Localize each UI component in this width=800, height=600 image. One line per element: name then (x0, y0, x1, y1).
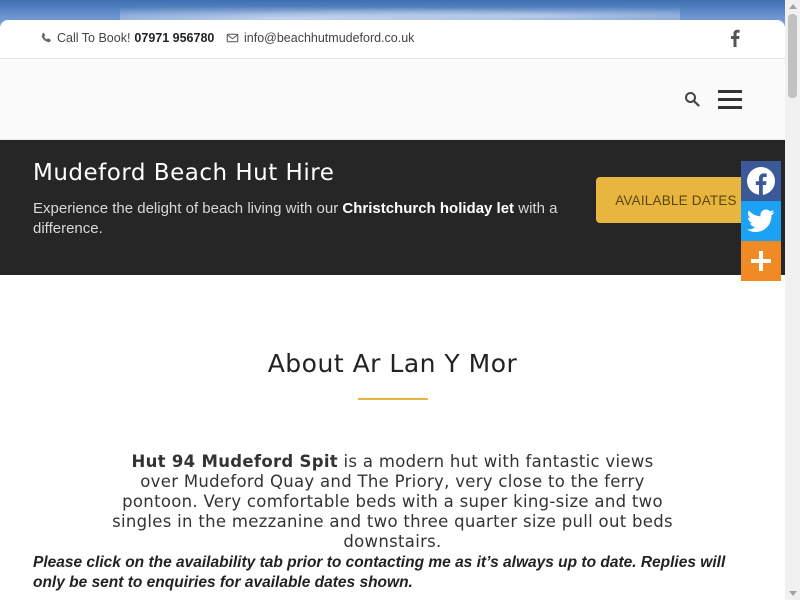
menu-line (718, 90, 742, 93)
hero-title: Mudeford Beach Hut Hire (33, 160, 335, 186)
share-sidebar (741, 161, 781, 281)
menu-line (718, 98, 742, 101)
menu-line (718, 106, 742, 109)
phone-icon (41, 32, 51, 43)
facebook-icon[interactable] (728, 29, 742, 47)
scrollbar-thumb[interactable] (788, 14, 797, 98)
call-label: Call To Book! (57, 31, 131, 45)
availability-notice: Please click on the availability tab pri… (33, 554, 726, 591)
email-address[interactable]: info@beachhutmudeford.co.uk (244, 31, 414, 45)
hero-banner: Mudeford Beach Hut Hire Experience the d… (0, 140, 785, 275)
search-icon[interactable] (684, 91, 700, 107)
top-bar: Call To Book! 07971 956780 info@beachhut… (0, 20, 785, 59)
page: Call To Book! 07971 956780 info@beachhut… (0, 20, 785, 600)
hut-name: Hut 94 Mudeford Spit (131, 452, 338, 471)
hero-subtitle: Experience the delight of beach living w… (33, 199, 573, 239)
hamburger-menu-icon[interactable] (718, 90, 742, 110)
main-navbar (0, 59, 785, 140)
hero-subtitle-start: Experience the delight of beach living w… (33, 200, 343, 217)
call-to-book[interactable]: Call To Book! 07971 956780 (40, 31, 214, 45)
hero-subtitle-highlight: Christchurch holiday let (342, 200, 515, 217)
facebook-icon (747, 167, 775, 195)
email-link[interactable]: info@beachhutmudeford.co.uk (226, 31, 414, 45)
twitter-icon (747, 209, 775, 232)
scroll-up-arrow-icon[interactable] (789, 4, 797, 9)
facebook-share-button[interactable] (741, 161, 781, 201)
about-heading: About Ar Lan Y Mor (267, 349, 518, 378)
plus-icon (751, 251, 771, 271)
page-scrollbar[interactable] (785, 0, 800, 600)
hut-description: Hut 94 Mudeford Spit is a modern hut wit… (110, 452, 675, 552)
envelope-icon (226, 33, 239, 43)
twitter-share-button[interactable] (741, 201, 781, 241)
more-share-button[interactable] (741, 241, 781, 281)
phone-number[interactable]: 07971 956780 (134, 31, 214, 45)
available-dates-button[interactable]: AVAILABLE DATES (596, 177, 756, 223)
heading-divider (358, 398, 428, 400)
scroll-down-arrow-icon[interactable] (789, 591, 797, 596)
